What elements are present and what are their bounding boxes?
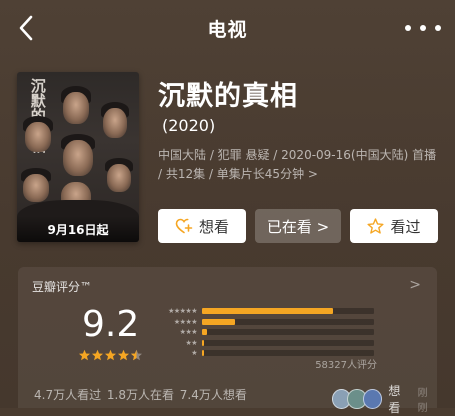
star-filled-icon bbox=[104, 349, 117, 361]
friends-status-label: 想看 bbox=[388, 384, 401, 415]
page: 电视 沉默的真相 9月16日起 沉默的真相 (2020) 中国大陆 / 犯罪 悬… bbox=[0, 0, 455, 415]
watch-stats[interactable]: 4.7万人看过 1.8万人在看 7.4万人想看 bbox=[34, 386, 247, 403]
want-to-watch-label: 想看 bbox=[198, 217, 229, 236]
friend-avatar bbox=[362, 389, 383, 409]
show-meta-info[interactable]: 中国大陆 / 犯罪 悬疑 / 2020-09-16(中国大陆) 首播 / 共12… bbox=[158, 146, 438, 184]
rating-score: 9.2 bbox=[82, 304, 140, 345]
distribution-bar-2 bbox=[202, 339, 204, 346]
star-outline-icon bbox=[367, 218, 385, 234]
more-dots-icon bbox=[405, 25, 411, 31]
distribution-bar-1 bbox=[202, 350, 204, 356]
friends-time-label: 刚刚 bbox=[417, 388, 428, 414]
star-filled-icon bbox=[78, 349, 91, 361]
rating-chevron-right-icon[interactable]: > bbox=[409, 277, 421, 293]
distribution-label-4: ★★★★ bbox=[173, 317, 198, 326]
star-filled-icon bbox=[117, 349, 130, 361]
star-filled-icon bbox=[91, 349, 104, 361]
distribution-label-2: ★★ bbox=[185, 338, 197, 347]
show-title: 沉默的真相 bbox=[158, 81, 298, 112]
rating-brand-label: 豆瓣评分™ bbox=[32, 280, 93, 294]
distribution-row-4: ★★★★ bbox=[156, 317, 378, 327]
distribution-bar-4 bbox=[202, 318, 235, 325]
distribution-row-5: ★★★★★ bbox=[156, 306, 378, 316]
distribution-label-5: ★★★★★ bbox=[168, 307, 197, 315]
poster-date-banner: 9月16日起 bbox=[17, 216, 139, 242]
rating-count: 58327人评分 bbox=[315, 360, 377, 371]
friends-activity[interactable]: 想看 刚刚 bbox=[332, 382, 437, 416]
star-half-icon bbox=[130, 349, 143, 361]
watched-label: 看过 bbox=[390, 217, 421, 236]
distribution-label-3: ★★★ bbox=[179, 328, 198, 336]
distribution-row-2: ★★ bbox=[156, 338, 378, 348]
heart-plus-icon bbox=[175, 218, 193, 234]
douban-rating-card[interactable]: 豆瓣评分™ > 9.2 ★★★★★ ★★★★ ★★★ ★★ ★ 58327人评分… bbox=[18, 267, 437, 415]
distribution-bar-5 bbox=[202, 308, 333, 314]
action-buttons: 想看 已在看 > 看过 bbox=[158, 209, 438, 243]
rating-stars bbox=[78, 349, 143, 361]
poster-image[interactable]: 沉默的真相 9月16日起 bbox=[17, 72, 139, 242]
show-year: (2020) bbox=[162, 116, 216, 135]
watched-button[interactable]: 看过 bbox=[350, 209, 438, 243]
watching-button[interactable]: 已在看 > bbox=[255, 209, 341, 243]
distribution-row-3: ★★★ bbox=[156, 327, 378, 337]
watching-label: 已在看 > bbox=[266, 217, 330, 236]
distribution-label-1: ★ bbox=[191, 349, 197, 357]
want-to-watch-button[interactable]: 想看 bbox=[158, 209, 246, 243]
page-title: 电视 bbox=[207, 19, 248, 41]
rating-distribution: ★★★★★ ★★★★ ★★★ ★★ ★ bbox=[156, 306, 378, 359]
top-bar: 电视 bbox=[0, 0, 455, 56]
distribution-bar-3 bbox=[202, 329, 208, 335]
more-button[interactable] bbox=[405, 18, 441, 38]
